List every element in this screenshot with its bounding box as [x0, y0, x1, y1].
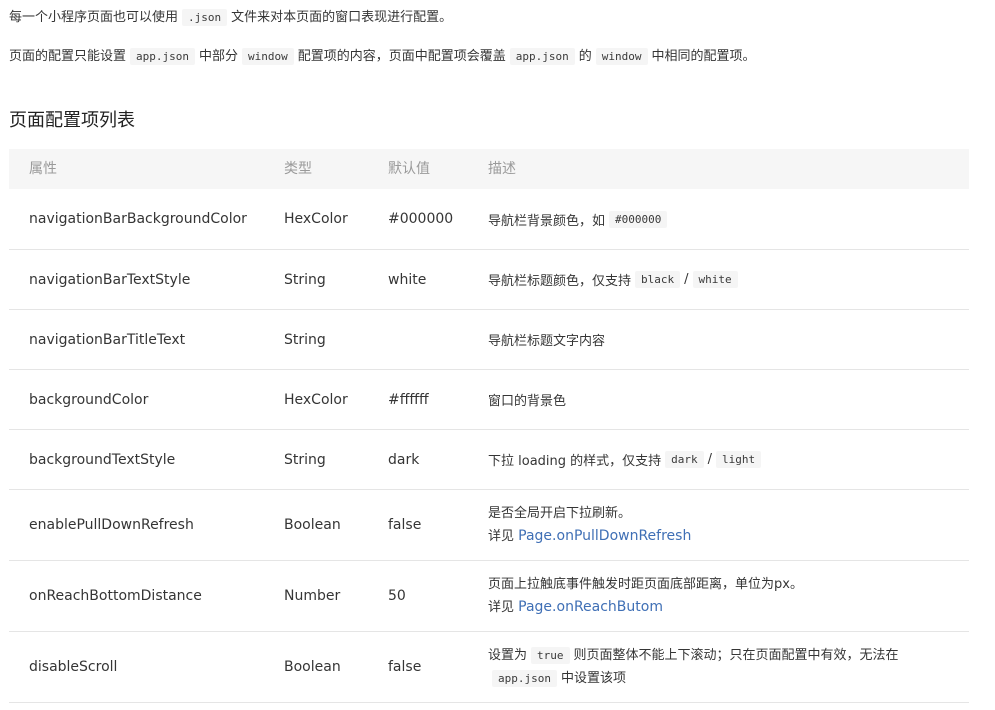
see-label: 详见: [488, 600, 515, 615]
desc-text: 页面上拉触底事件触发时距页面底部距离，单位为px。: [488, 577, 803, 592]
inline-code: white: [692, 271, 738, 288]
header-desc: 描述: [488, 161, 516, 177]
inline-code: black: [635, 271, 681, 288]
table-row: backgroundTextStyle String dark 下拉 loadi…: [9, 430, 969, 490]
desc-text: 设置为: [488, 648, 528, 663]
cell-type: String: [284, 451, 326, 468]
desc-text: 是否全局开启下拉刷新。: [488, 506, 632, 521]
cell-desc: 设置为 true 则页面整体不能上下滚动；只在页面配置中有效，无法在 app.jso…: [488, 632, 949, 702]
intro-text: 的: [578, 49, 592, 64]
intro-text: 页面的配置只能设置: [9, 49, 127, 64]
table-row: enablePullDownRefresh Boolean false 是否全局…: [9, 490, 969, 561]
cell-desc: 导航栏标题颜色，仅支持 black / white: [488, 250, 949, 309]
cell-type: String: [284, 271, 326, 288]
cell-attr: navigationBarTitleText: [29, 331, 186, 348]
cell-attr: backgroundColor: [29, 391, 149, 408]
header-default: 默认值: [388, 161, 430, 177]
table-header: 属性 类型 默认值 描述: [9, 149, 969, 189]
cell-default: false: [388, 517, 422, 533]
cell-default: dark: [388, 451, 420, 468]
cell-attr: onReachBottomDistance: [29, 588, 202, 604]
cell-attr: enablePullDownRefresh: [29, 517, 194, 533]
desc-text: 窗口的背景色: [488, 394, 567, 409]
separator: /: [684, 272, 689, 287]
inline-code: true: [531, 647, 570, 664]
cell-attr: navigationBarBackgroundColor: [29, 211, 247, 227]
inline-code: app.json: [130, 48, 195, 65]
config-table: 属性 类型 默认值 描述 navigationBarBackgroundColo…: [9, 149, 969, 703]
intro-text: 每一个小程序页面也可以使用: [9, 10, 179, 25]
cell-attr: disableScroll: [29, 659, 118, 675]
desc-text: 下拉 loading 的样式，仅支持: [488, 454, 662, 469]
desc-text: 则页面整体不能上下滚动；只在页面配置中有效，无法在: [573, 648, 899, 663]
cell-attr: navigationBarTextStyle: [29, 271, 191, 288]
table-row: navigationBarBackgroundColor HexColor #0…: [9, 189, 969, 250]
cell-type: HexColor: [284, 211, 348, 227]
inline-code: app.json: [492, 670, 557, 687]
table-row: disableScroll Boolean false 设置为 true 则页面整体…: [9, 632, 969, 703]
intro-text: 配置项的内容，页面中配置项会覆盖: [297, 49, 506, 64]
cell-type: HexColor: [284, 391, 348, 408]
inline-code: dark: [665, 451, 704, 468]
cell-default: #ffffff: [388, 391, 429, 408]
cell-desc: 是否全局开启下拉刷新。 详见 Page.onPullDownRefresh: [488, 490, 949, 560]
table-row: navigationBarTextStyle String white 导航栏标…: [9, 250, 969, 310]
see-label: 详见: [488, 529, 515, 544]
cell-desc: 窗口的背景色: [488, 370, 949, 429]
inline-code: .json: [182, 9, 228, 26]
cell-default: false: [388, 659, 422, 675]
header-attr: 属性: [29, 161, 57, 177]
desc-text: 导航栏标题文字内容: [488, 334, 606, 349]
inline-code: app.json: [509, 48, 575, 65]
cell-type: Number: [284, 588, 341, 604]
desc-text: 导航栏标题颜色，仅支持: [488, 274, 632, 289]
intro-text: 中相同的配置项。: [651, 49, 756, 64]
cell-desc: 导航栏背景颜色，如 #000000: [488, 189, 949, 249]
section-title: 页面配置项列表: [9, 110, 135, 131]
intro-text: 中部分: [199, 49, 239, 64]
cell-desc: 下拉 loading 的样式，仅支持 dark / light: [488, 430, 949, 489]
separator: /: [707, 452, 713, 467]
page: 每一个小程序页面也可以使用 .json 文件来对本页面的窗口表现进行配置。 页面的配…: [0, 0, 995, 710]
table-row: backgroundColor HexColor #ffffff 窗口的背景色: [9, 370, 969, 430]
cell-attr: backgroundTextStyle: [29, 451, 176, 468]
cell-default: #000000: [388, 211, 454, 227]
cell-type: Boolean: [284, 517, 341, 533]
inline-code: light: [716, 451, 762, 468]
intro-paragraph-2: 页面的配置只能设置 app.json 中部分 window 配置项的内容，页面中配置项会…: [9, 47, 756, 67]
cell-desc: 导航栏标题文字内容: [488, 310, 949, 369]
table-row: navigationBarTitleText String 导航栏标题文字内容: [9, 310, 969, 370]
desc-text: 中设置该项: [560, 671, 626, 686]
cell-default: 50: [388, 588, 406, 604]
doc-link[interactable]: Page.onReachButom: [518, 599, 663, 615]
doc-link[interactable]: Page.onPullDownRefresh: [518, 528, 691, 544]
cell-type: Boolean: [284, 659, 341, 675]
table-row: onReachBottomDistance Number 50 页面上拉触底事件…: [9, 561, 969, 632]
intro-text: 文件来对本页面的窗口表现进行配置。: [231, 10, 453, 25]
inline-code: window: [242, 48, 294, 65]
cell-default: white: [388, 271, 427, 288]
cell-type: String: [284, 331, 326, 348]
inline-code: window: [595, 48, 648, 65]
desc-text: 导航栏背景颜色，如: [488, 213, 606, 229]
cell-desc: 页面上拉触底事件触发时距页面底部距离，单位为px。 详见 Page.onReac…: [488, 561, 949, 631]
intro-paragraph-1: 每一个小程序页面也可以使用 .json 文件来对本页面的窗口表现进行配置。: [9, 8, 452, 28]
header-type: 类型: [284, 161, 312, 177]
inline-code: #000000: [609, 210, 668, 228]
